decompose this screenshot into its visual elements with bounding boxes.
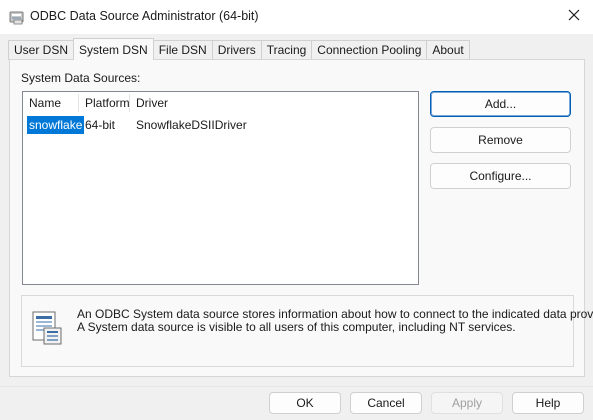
dsn-driver-cell: SnowflakeDSIIDriver	[136, 118, 247, 132]
data-sources-list[interactable]: Name Platform Driver snowflake 64-bit Sn…	[22, 91, 419, 285]
tab-strip: User DSN System DSN File DSN Drivers Tra…	[8, 38, 470, 60]
tab-connection-pooling[interactable]: Connection Pooling	[311, 40, 428, 60]
tab-file-dsn[interactable]: File DSN	[152, 40, 213, 60]
dialog-body: User DSN System DSN File DSN Drivers Tra…	[0, 34, 593, 386]
list-item[interactable]: snowflake 64-bit SnowflakeDSIIDriver	[23, 116, 418, 134]
info-box: An ODBC System data source stores inform…	[21, 295, 593, 367]
data-source-info-icon	[30, 310, 64, 346]
column-header-name[interactable]: Name	[23, 92, 78, 114]
cancel-button[interactable]: Cancel	[350, 392, 422, 414]
column-header-platform[interactable]: Platform	[79, 92, 130, 114]
list-header: Name Platform Driver	[23, 92, 418, 114]
info-line-2: A System data source is visible to all u…	[77, 320, 516, 334]
tab-drivers[interactable]: Drivers	[211, 40, 262, 60]
title-bar: ODBC Data Source Administrator (64-bit)	[0, 0, 593, 34]
apply-button[interactable]: Apply	[431, 392, 503, 414]
tab-about[interactable]: About	[426, 40, 470, 60]
remove-button[interactable]: Remove	[430, 127, 571, 153]
tab-user-dsn[interactable]: User DSN	[8, 40, 75, 60]
column-header-driver[interactable]: Driver	[130, 92, 330, 114]
system-dsn-panel: System Data Sources: Name Platform Drive…	[9, 59, 593, 377]
help-button[interactable]: Help	[512, 392, 584, 414]
configure-button[interactable]: Configure...	[430, 163, 571, 189]
dsn-name-cell[interactable]: snowflake	[27, 116, 85, 134]
close-icon	[568, 9, 580, 24]
dialog-footer: OK Cancel Apply Help	[0, 386, 593, 420]
system-data-sources-label: System Data Sources:	[21, 71, 141, 85]
close-button[interactable]	[561, 4, 587, 28]
tab-system-dsn[interactable]: System DSN	[73, 38, 154, 60]
dsn-platform-cell: 64-bit	[85, 118, 116, 132]
window-title: ODBC Data Source Administrator (64-bit)	[30, 9, 259, 23]
add-button[interactable]: Add...	[430, 91, 571, 117]
info-description: An ODBC System data source stores inform…	[77, 308, 593, 334]
tab-tracing[interactable]: Tracing	[260, 40, 313, 60]
odbc-admin-icon	[9, 9, 25, 25]
ok-button[interactable]: OK	[269, 392, 341, 414]
